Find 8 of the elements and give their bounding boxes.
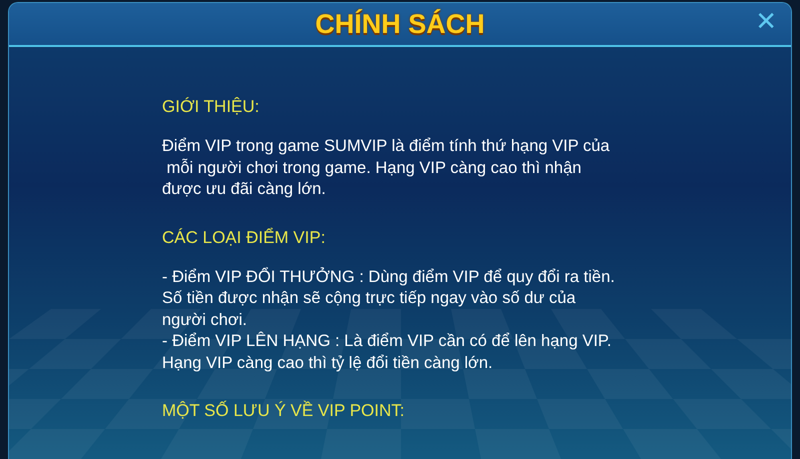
paragraph: Điểm VIP trong game SUMVIP là điểm tính thứ hạng VIP của mỗi người chơi trong game. Hạng VIP càng cao thì nhận được ưu đãi càng lớn. <box>162 136 610 200</box>
dialog-title: CHÍNH SÁCH <box>315 8 485 41</box>
paragraph: - Điểm VIP ĐỔI THƯỞNG : Dùng điểm VIP để quy đổi ra tiền. Số tiền được nhận sẽ cộng trực tiếp ngay vào số dư của người chơi. <box>162 266 615 330</box>
section-heading: MỘT SỐ LƯU Ý VỀ VIP POINT: <box>162 400 405 421</box>
paragraph: - Điểm VIP LÊN HẠNG : Là điểm VIP cần có để lên hạng VIP. Hạng VIP càng cao thì tỷ lệ đổi tiền càng lớn. <box>162 331 612 374</box>
close-button[interactable]: ✕ <box>755 9 777 35</box>
section-heading: GIỚI THIỆU: <box>162 96 260 117</box>
section-heading: CÁC LOẠI ĐIỂM VIP: <box>162 226 326 248</box>
